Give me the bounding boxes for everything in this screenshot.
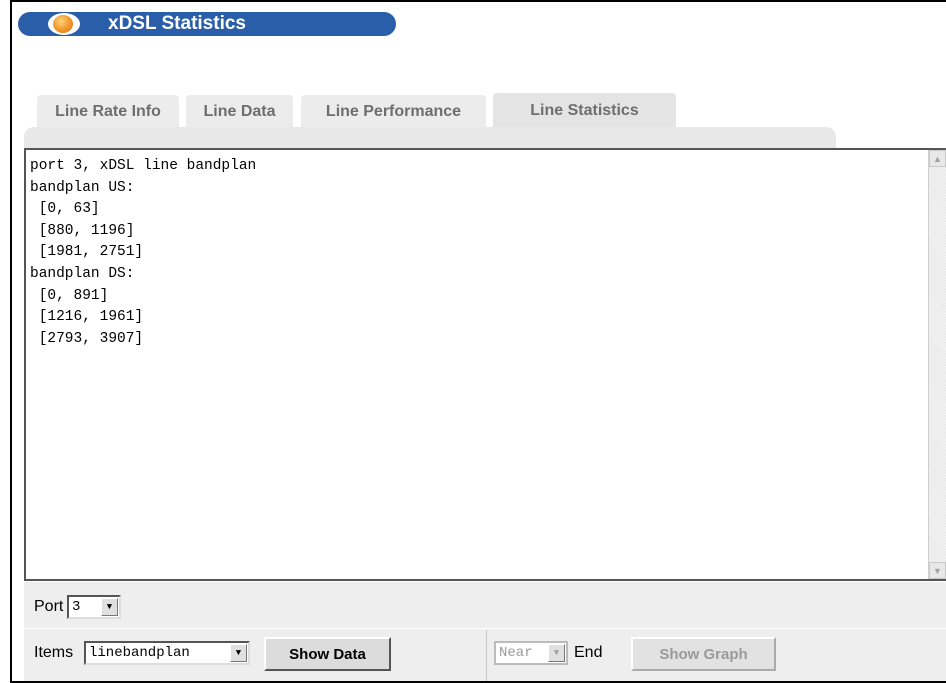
port-label: Port bbox=[34, 598, 64, 615]
scroll-up-icon[interactable]: ▲ bbox=[929, 150, 946, 167]
orb-icon bbox=[48, 13, 80, 35]
output-textarea[interactable]: port 3, xDSL line bandplan bandplan US: … bbox=[24, 148, 946, 581]
tab-line-data[interactable]: Line Data bbox=[186, 95, 293, 128]
chevron-down-icon[interactable]: ▼ bbox=[230, 644, 247, 662]
tab-label: Line Statistics bbox=[530, 101, 639, 119]
chevron-down-icon[interactable]: ▼ bbox=[101, 598, 118, 616]
tab-label: Line Rate Info bbox=[55, 102, 161, 120]
tab-line-rate-info[interactable]: Line Rate Info bbox=[37, 95, 179, 128]
show-data-label: Show Data bbox=[289, 645, 366, 663]
output-text: port 3, xDSL line bandplan bandplan US: … bbox=[26, 150, 928, 579]
output-line: [2793, 3907] bbox=[30, 330, 144, 347]
vertical-scrollbar[interactable]: ▲ ▼ bbox=[928, 150, 946, 579]
title-bar: xDSL Statistics bbox=[18, 12, 396, 36]
items-select[interactable]: linebandplan ▼ bbox=[84, 641, 250, 665]
tab-label: Line Performance bbox=[325, 102, 462, 120]
page-title: xDSL Statistics bbox=[108, 13, 246, 34]
tab-line-performance[interactable]: Line Performance bbox=[301, 95, 486, 128]
tab-content-header bbox=[24, 127, 836, 149]
divider bbox=[24, 628, 946, 629]
port-select-value: 3 bbox=[72, 599, 81, 615]
tab-line-statistics[interactable]: Line Statistics bbox=[493, 93, 676, 128]
show-data-button[interactable]: Show Data bbox=[264, 637, 391, 671]
output-line: [1216, 1961] bbox=[30, 309, 144, 326]
output-line: [0, 63] bbox=[30, 201, 100, 218]
output-line: bandplan US: bbox=[30, 179, 135, 196]
show-graph-button[interactable]: Show Graph bbox=[631, 637, 776, 671]
output-line: bandplan DS: bbox=[30, 265, 135, 282]
items-label: Items bbox=[34, 644, 74, 661]
port-select[interactable]: 3 ▼ bbox=[67, 595, 121, 619]
near-select-value: Near bbox=[499, 645, 533, 661]
items-select-value: linebandplan bbox=[89, 645, 190, 661]
output-line: port 3, xDSL line bandplan bbox=[30, 158, 257, 174]
near-end-select[interactable]: Near ▼ bbox=[494, 641, 568, 665]
output-line: [880, 1196] bbox=[30, 222, 135, 239]
output-line: [1981, 2751] bbox=[30, 244, 144, 261]
controls-panel: Port 3 ▼ Items linebandplan ▼ Show Data … bbox=[24, 582, 946, 681]
divider bbox=[486, 630, 487, 681]
output-line: [0, 891] bbox=[30, 287, 109, 304]
scroll-down-icon[interactable]: ▼ bbox=[929, 562, 946, 579]
show-graph-label: Show Graph bbox=[659, 645, 748, 663]
end-label: End bbox=[574, 644, 603, 661]
tab-label: Line Data bbox=[203, 102, 276, 120]
chevron-down-icon[interactable]: ▼ bbox=[548, 644, 565, 662]
